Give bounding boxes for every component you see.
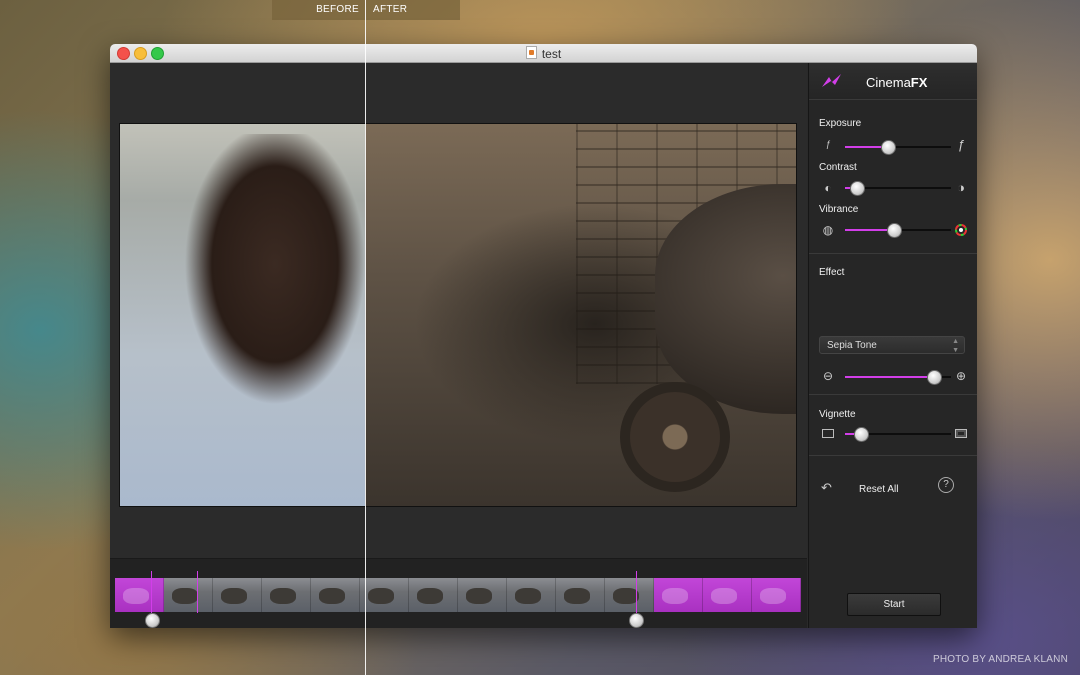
vignette-label: Vignette — [819, 409, 856, 420]
contrast-slider[interactable] — [845, 181, 951, 196]
preview-photo[interactable] — [120, 124, 796, 506]
f-small-icon: ƒ — [825, 139, 831, 149]
contrast-label: Contrast — [819, 162, 857, 173]
filmstrip-frame[interactable] — [605, 578, 654, 612]
divider — [809, 455, 977, 456]
effect-intensity-slider[interactable] — [845, 370, 951, 385]
reset-all-button[interactable]: Reset All — [859, 484, 898, 495]
exposure-slider[interactable] — [845, 140, 951, 155]
playhead-marker[interactable] — [197, 571, 198, 613]
effect-dropdown[interactable]: Sepia Tone ▲ ▼ — [819, 336, 965, 354]
document-icon — [525, 46, 537, 59]
f-large-icon: ƒ — [957, 137, 965, 152]
dropdown-arrows-icon: ▲ ▼ — [952, 338, 959, 354]
minus-icon: ⊖ — [822, 369, 834, 383]
contrast-low-icon: ◐ — [824, 181, 832, 195]
reset-row: ↶ Reset All ? — [819, 477, 969, 500]
brand-header: CinemaFX — [809, 63, 977, 100]
cinemafx-logo-icon — [822, 74, 841, 87]
vignette-icon — [955, 429, 967, 438]
vignette-slider[interactable] — [845, 427, 951, 442]
filmstrip-frame[interactable] — [507, 578, 556, 612]
filmstrip-frame[interactable] — [752, 578, 801, 612]
trim-end-handle[interactable] — [629, 613, 644, 628]
vignette-slider-knob[interactable] — [853, 427, 869, 442]
after-image — [365, 124, 796, 506]
filmstrip-frame[interactable] — [409, 578, 458, 612]
effect-label: Effect — [819, 267, 845, 278]
title-bar: test — [110, 44, 977, 63]
brand-name-suffix: FX — [910, 75, 928, 90]
vibrance-slider[interactable] — [845, 223, 951, 238]
before-after-divider[interactable] — [365, 0, 366, 675]
selection-end-marker — [636, 571, 637, 613]
undo-arrow-icon[interactable]: ↶ — [821, 480, 832, 496]
contrast-high-icon: ◑ — [957, 180, 965, 195]
filmstrip-frame[interactable] — [115, 578, 164, 612]
filmstrip-frame[interactable] — [654, 578, 703, 612]
filmstrip-frame[interactable] — [213, 578, 262, 612]
filmstrip-frame[interactable] — [703, 578, 752, 612]
filmstrip-frame[interactable] — [164, 578, 213, 612]
vibrance-low-icon: ◍ — [822, 223, 834, 237]
plus-icon: ⊕ — [955, 369, 967, 383]
app-window: test CinemaFX Exposure ƒ ƒ Contrast ◐ ◑ … — [110, 44, 977, 628]
before-after-bar: BEFORE AFTER — [272, 0, 460, 20]
brand-name: CinemaFX — [866, 75, 927, 90]
before-label: BEFORE — [316, 4, 359, 15]
filmstrip-frame[interactable] — [360, 578, 409, 612]
exposure-label: Exposure — [819, 118, 862, 129]
start-button[interactable]: Start — [847, 593, 941, 616]
trim-start-handle[interactable] — [145, 613, 160, 628]
after-label: AFTER — [373, 4, 408, 15]
divider — [809, 394, 977, 395]
window-title-text: test — [541, 47, 562, 61]
rectangle-icon — [822, 429, 834, 438]
vibrance-slider-fill — [845, 229, 893, 231]
effect-slider-knob[interactable] — [926, 370, 942, 385]
photo-credit: PHOTO BY ANDREA KLANN — [933, 654, 1068, 665]
effect-dropdown-value: Sepia Tone — [827, 340, 877, 351]
vibrance-slider-knob[interactable] — [886, 223, 902, 238]
cart-wheel-shape — [620, 382, 730, 492]
settings-panel: CinemaFX Exposure ƒ ƒ Contrast ◐ ◑ Vibra… — [808, 63, 977, 628]
filmstrip-frame[interactable] — [262, 578, 311, 612]
filmstrip-frame[interactable] — [556, 578, 605, 612]
preview-stage — [110, 63, 807, 558]
filmstrip[interactable] — [110, 558, 807, 628]
effect-slider-fill — [845, 376, 933, 378]
vibrance-label: Vibrance — [819, 204, 859, 215]
divider — [809, 253, 977, 254]
filmstrip-frame[interactable] — [311, 578, 360, 612]
selection-start-marker — [151, 571, 152, 613]
help-button[interactable]: ? — [938, 477, 954, 493]
before-image — [120, 124, 370, 506]
filmstrip-frames[interactable] — [115, 578, 801, 612]
horse-shape — [180, 134, 370, 454]
color-wheel-icon — [955, 224, 967, 236]
exposure-slider-knob[interactable] — [881, 140, 897, 155]
brand-name-prefix: Cinema — [866, 75, 911, 90]
contrast-slider-knob[interactable] — [849, 181, 865, 196]
window-title: test — [110, 46, 977, 61]
filmstrip-frame[interactable] — [458, 578, 507, 612]
